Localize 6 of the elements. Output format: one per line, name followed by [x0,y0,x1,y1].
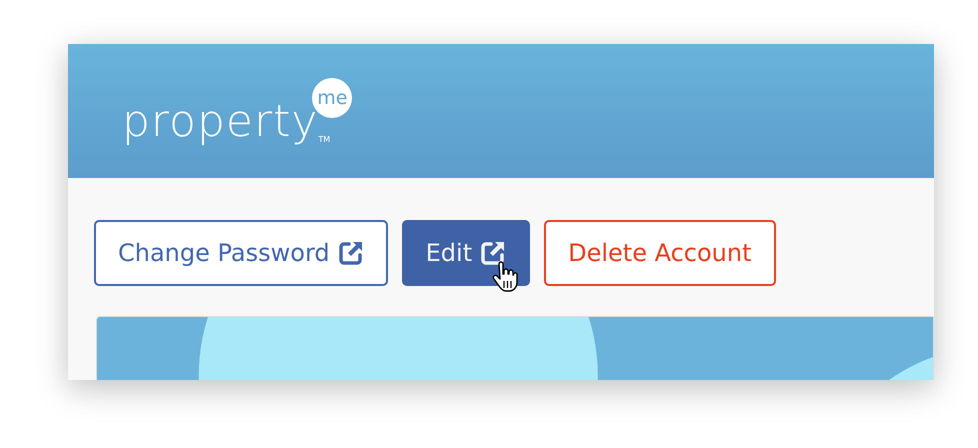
action-button[interactable]: Edit [402,220,530,286]
external-link-icon [338,240,364,266]
action-button[interactable]: Delete Account [544,220,776,286]
trademark-text: TM [318,134,330,146]
external-link-icon [480,240,506,266]
action-button[interactable]: Change Password [94,220,388,286]
